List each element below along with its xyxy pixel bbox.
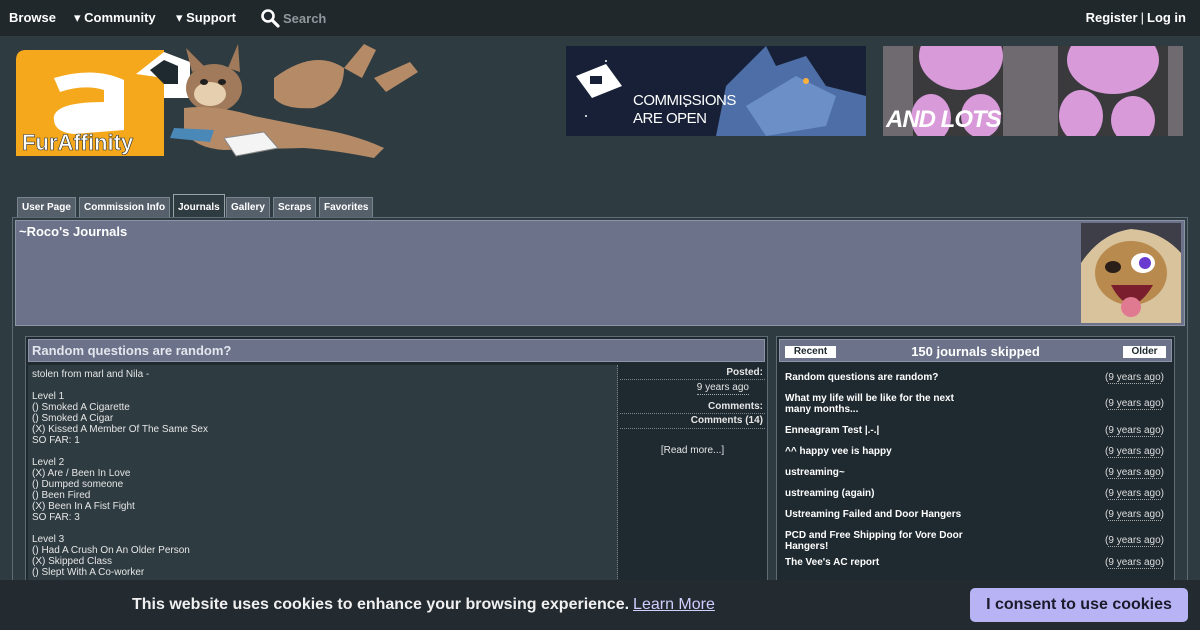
journal-list-title[interactable]: Random questions are random? xyxy=(785,372,970,383)
posted-date: 9 years ago xyxy=(696,382,749,395)
list-item: Ustreaming Failed and Door Hangers (9 ye… xyxy=(779,502,1172,523)
list-item: ustreaming~ (9 years ago) xyxy=(779,460,1172,481)
journal-list-date: (9 years ago) xyxy=(1105,425,1164,437)
journal-line: (X) Skipped Class xyxy=(32,556,113,567)
journal-line: Level 2 xyxy=(32,457,65,468)
posted-label: Posted: xyxy=(620,365,765,380)
site-logo[interactable]: FurAffinity xyxy=(14,38,424,160)
journal-line xyxy=(32,523,613,534)
and-lots-text: AND LOTS xyxy=(886,106,1002,133)
journal-list-header: 150 journals skipped Recent Older xyxy=(779,339,1172,362)
tab-user-page[interactable]: User Page xyxy=(17,197,76,218)
logo-text: FurAffinity xyxy=(22,130,134,155)
tab-scraps[interactable]: Scraps xyxy=(273,197,317,218)
journal-line: () Slept With A Co-worker xyxy=(32,567,145,578)
read-more-link[interactable]: [Read more...] xyxy=(661,445,724,456)
search-icon[interactable] xyxy=(260,8,280,28)
journal-list-date: (9 years ago) xyxy=(1105,398,1164,410)
journal-line: Level 1 xyxy=(32,391,65,402)
journal-line: () Dumped someone xyxy=(32,479,124,490)
journal-body: stolen from marl and Nila - Level 1 () S… xyxy=(28,365,618,595)
top-nav: Browse ▾ Community ▾ Support Register|Lo… xyxy=(0,0,1200,36)
commissions-text: COMMISSIONS ARE OPEN xyxy=(633,92,736,127)
journal-list-title[interactable]: The Vee's AC report xyxy=(785,557,970,568)
comments-link[interactable]: Comments (14) xyxy=(620,414,765,429)
journal-line: (X) Are / Been In Love xyxy=(32,468,131,479)
avatar[interactable] xyxy=(1081,223,1181,323)
journal-list-date: (9 years ago) xyxy=(1105,535,1164,547)
journal-entry: Random questions are random? stolen from… xyxy=(25,336,768,596)
journal-line: SO FAR: 1 xyxy=(32,435,80,446)
journal-line: Level 3 xyxy=(32,534,65,545)
journal-line: (X) Kissed A Member Of The Same Sex xyxy=(32,424,208,435)
journal-line: stolen from marl and Nila - xyxy=(32,369,150,380)
journal-list-title[interactable]: ^^ happy vee is happy xyxy=(785,446,970,457)
journal-list-date: (9 years ago) xyxy=(1105,446,1164,458)
journal-line xyxy=(32,380,613,391)
list-item: ustreaming (again) (9 years ago) xyxy=(779,481,1172,502)
journal-list-title[interactable]: What my life will be like for the next m… xyxy=(785,393,970,415)
nav-browse[interactable]: Browse xyxy=(9,10,56,25)
journal-line: () Smoked A Cigar xyxy=(32,413,114,424)
list-item: The Vee's AC report (9 years ago) xyxy=(779,555,1172,576)
journal-list-title[interactable]: Enneagram Test |.-.| xyxy=(785,425,970,436)
list-item: Random questions are random? (9 years ag… xyxy=(779,365,1172,386)
page-title: ~Roco's Journals xyxy=(19,224,128,239)
tab-gallery[interactable]: Gallery xyxy=(226,197,270,218)
journal-list-date: (9 years ago) xyxy=(1105,557,1164,569)
comments-label: Comments: xyxy=(620,399,765,414)
journal-list-date: (9 years ago) xyxy=(1105,488,1164,500)
cookie-message: This website uses cookies to enhance you… xyxy=(132,596,715,613)
search-input[interactable] xyxy=(283,9,433,27)
journal-meta: Posted: 9 years ago Comments: Comments (… xyxy=(620,365,765,595)
list-item: ^^ happy vee is happy (9 years ago) xyxy=(779,439,1172,460)
tab-journals[interactable]: Journals xyxy=(173,194,225,218)
journals-skipped-text: 150 journals skipped xyxy=(911,344,1040,359)
journal-list-date: (9 years ago) xyxy=(1105,372,1164,384)
journal-line: () Had A Crush On An Older Person xyxy=(32,545,190,556)
nav-support-dropdown[interactable]: ▾ Support xyxy=(176,10,236,26)
journal-list: Random questions are random? (9 years ag… xyxy=(779,365,1172,576)
journal-list-panel: 150 journals skipped Recent Older Random… xyxy=(776,336,1175,596)
commissions-banner[interactable]: COMMISSIONS ARE OPEN xyxy=(566,46,866,136)
recent-button[interactable]: Recent xyxy=(785,346,836,358)
journal-list-title[interactable]: ustreaming~ xyxy=(785,467,970,478)
learn-more-link[interactable]: Learn More xyxy=(633,596,715,613)
older-button[interactable]: Older xyxy=(1123,346,1166,358)
journal-list-title[interactable]: ustreaming (again) xyxy=(785,488,970,499)
nav-community-dropdown[interactable]: ▾ Community xyxy=(74,10,156,26)
list-item: What my life will be like for the next m… xyxy=(779,386,1172,418)
journal-list-date: (9 years ago) xyxy=(1105,509,1164,521)
cookie-consent-button[interactable]: I consent to use cookies xyxy=(970,588,1188,622)
journal-list-title[interactable]: PCD and Free Shipping for Vore Door Hang… xyxy=(785,530,970,552)
list-item: PCD and Free Shipping for Vore Door Hang… xyxy=(779,523,1172,555)
journal-line: () Smoked A Cigarette xyxy=(32,402,130,413)
register-link[interactable]: Register xyxy=(1086,10,1138,25)
auth-links: Register | Log in xyxy=(1086,10,1186,25)
cookie-banner: This website uses cookies to enhance you… xyxy=(0,580,1200,630)
journal-list-date: (9 years ago) xyxy=(1105,467,1164,479)
login-link[interactable]: Log in xyxy=(1147,10,1186,25)
tab-favorites[interactable]: Favorites xyxy=(319,197,374,218)
journal-list-title[interactable]: Ustreaming Failed and Door Hangers xyxy=(785,509,985,520)
profile-header: ~Roco's Journals xyxy=(15,220,1185,326)
auth-separator: | xyxy=(1140,10,1144,25)
journal-line: (X) Been In A Fist Fight xyxy=(32,501,135,512)
list-item: Enneagram Test |.-.| (9 years ago) xyxy=(779,418,1172,439)
and-lots-banner[interactable]: AND LOTS xyxy=(883,46,1183,136)
journal-line xyxy=(32,446,613,457)
tab-commission-info[interactable]: Commission Info xyxy=(79,197,171,218)
journal-line: SO FAR: 3 xyxy=(32,512,80,523)
journal-title[interactable]: Random questions are random? xyxy=(28,339,765,362)
journal-line: () Been Fired xyxy=(32,490,91,501)
